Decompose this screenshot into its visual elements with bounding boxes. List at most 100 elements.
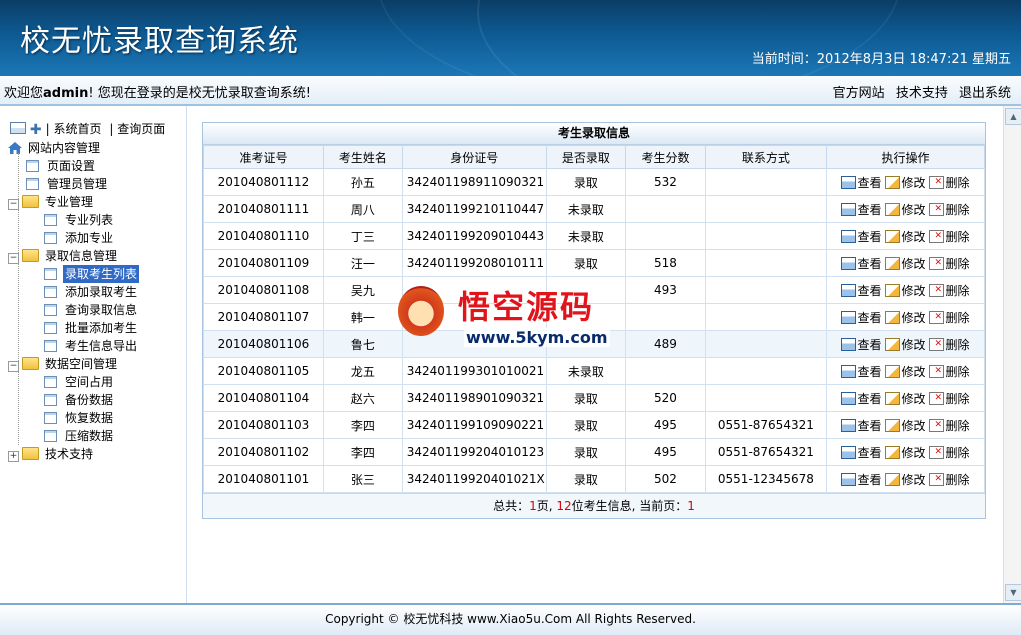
- welcome-username: admin: [43, 86, 89, 101]
- system-home-link[interactable]: | 系统首页: [46, 122, 102, 136]
- delete-button[interactable]: 删除: [929, 255, 969, 272]
- view-button[interactable]: 查看: [841, 255, 881, 272]
- edit-icon: [885, 337, 901, 351]
- current-time: 当前时间：2012年8月3日 18:47:21 星期五: [752, 48, 1011, 67]
- cell-name: 赵六: [322, 384, 403, 412]
- official-site-link[interactable]: 官方网站: [833, 86, 885, 101]
- main-scrollbar[interactable]: ▲ ▼: [1003, 106, 1021, 603]
- view-button[interactable]: 查看: [841, 309, 881, 326]
- view-button[interactable]: 查看: [841, 417, 881, 434]
- delete-icon: [929, 310, 945, 324]
- sidebar: ✚ | 系统首页 | 查询页面 网站内容管理 页面设置 管理员管理 − 专业管理 专业列表…: [0, 106, 187, 603]
- edit-button[interactable]: 修改: [885, 363, 925, 380]
- cell-contact: [704, 330, 827, 358]
- page-icon: [44, 232, 57, 244]
- delete-icon: [929, 229, 945, 243]
- cell-name: 李四: [322, 411, 403, 439]
- query-page-link[interactable]: | 查询页面: [109, 122, 165, 136]
- tree-folder[interactable]: − 数据空间管理: [8, 355, 139, 373]
- collapse-all-icon[interactable]: [10, 122, 26, 134]
- delete-button[interactable]: 删除: [929, 174, 969, 191]
- tree-folder[interactable]: + 技术支持: [8, 445, 139, 463]
- table-row: 201040801104 赵六 342401198901090321 录取 520 查看 修…: [203, 384, 986, 412]
- cell-actions: 查看 修改 删除: [825, 330, 986, 358]
- cell-name: 汪一: [322, 249, 403, 277]
- cell-score: [625, 303, 706, 331]
- tree-item[interactable]: 管理员管理: [8, 175, 139, 193]
- cell-score: 495: [625, 438, 706, 466]
- view-button[interactable]: 查看: [841, 336, 881, 353]
- edit-label: 修改: [901, 283, 926, 298]
- tree-item[interactable]: 添加录取考生: [8, 283, 139, 301]
- delete-button[interactable]: 删除: [929, 309, 969, 326]
- view-icon: [841, 337, 857, 351]
- tech-support-link[interactable]: 技术支持: [896, 86, 948, 101]
- delete-button[interactable]: 删除: [929, 471, 969, 488]
- view-button[interactable]: 查看: [841, 444, 881, 461]
- tree-item[interactable]: 恢复数据: [8, 409, 139, 427]
- view-button[interactable]: 查看: [841, 363, 881, 380]
- delete-label: 删除: [945, 364, 970, 379]
- edit-button[interactable]: 修改: [885, 390, 925, 407]
- view-label: 查看: [857, 337, 882, 352]
- view-button[interactable]: 查看: [841, 471, 881, 488]
- edit-label: 修改: [901, 175, 926, 190]
- cell-contact: [704, 195, 827, 223]
- summary-label: 页,: [536, 499, 557, 513]
- cell-exam-id: 201040801110: [203, 222, 324, 250]
- expand-icon[interactable]: +: [8, 451, 19, 462]
- tree-item[interactable]: 查询录取信息: [8, 301, 139, 319]
- logout-link[interactable]: 退出系统: [959, 86, 1011, 101]
- delete-button[interactable]: 删除: [929, 282, 969, 299]
- expand-all-icon[interactable]: ✚: [30, 123, 42, 137]
- tree-item[interactable]: 专业列表: [8, 211, 139, 229]
- cell-admitted: 录取: [545, 249, 627, 277]
- edit-button[interactable]: 修改: [885, 309, 925, 326]
- tree-root[interactable]: 网站内容管理: [8, 139, 139, 157]
- edit-button[interactable]: 修改: [885, 444, 925, 461]
- tree-folder[interactable]: − 录取信息管理: [8, 247, 139, 265]
- summary-current-page: 1: [687, 499, 695, 513]
- delete-button[interactable]: 删除: [929, 228, 969, 245]
- delete-button[interactable]: 删除: [929, 390, 969, 407]
- cell-score: 489: [625, 330, 706, 358]
- delete-button[interactable]: 删除: [929, 336, 969, 353]
- edit-label: 修改: [901, 418, 926, 433]
- monkey-logo-icon: [398, 286, 444, 336]
- tree-folder[interactable]: − 专业管理: [8, 193, 139, 211]
- delete-button[interactable]: 删除: [929, 417, 969, 434]
- tree-item[interactable]: 压缩数据: [8, 427, 139, 445]
- edit-button[interactable]: 修改: [885, 255, 925, 272]
- tree-item-selected[interactable]: 录取考生列表: [8, 265, 140, 283]
- welcome-suffix: ! 您现在登录的是校无忧录取查询系统!: [88, 86, 311, 101]
- edit-button[interactable]: 修改: [885, 228, 925, 245]
- view-button[interactable]: 查看: [841, 201, 881, 218]
- tree-item[interactable]: 添加专业: [8, 229, 139, 247]
- scroll-up-icon[interactable]: ▲: [1005, 108, 1021, 125]
- tree-item[interactable]: 空间占用: [8, 373, 139, 391]
- edit-button[interactable]: 修改: [885, 282, 925, 299]
- delete-button[interactable]: 删除: [929, 201, 969, 218]
- edit-button[interactable]: 修改: [885, 201, 925, 218]
- scroll-down-icon[interactable]: ▼: [1005, 584, 1021, 601]
- delete-label: 删除: [945, 175, 970, 190]
- edit-button[interactable]: 修改: [885, 336, 925, 353]
- tree-item[interactable]: 考生信息导出: [8, 337, 139, 355]
- edit-button[interactable]: 修改: [885, 471, 925, 488]
- view-button[interactable]: 查看: [841, 228, 881, 245]
- cell-name: 李四: [322, 438, 403, 466]
- edit-button[interactable]: 修改: [885, 174, 925, 191]
- edit-button[interactable]: 修改: [885, 417, 925, 434]
- view-button[interactable]: 查看: [841, 282, 881, 299]
- view-label: 查看: [857, 391, 882, 406]
- tree-item[interactable]: 页面设置: [8, 157, 139, 175]
- view-button[interactable]: 查看: [841, 390, 881, 407]
- page-icon: [44, 430, 57, 442]
- tree-item[interactable]: 备份数据: [8, 391, 139, 409]
- view-button[interactable]: 查看: [841, 174, 881, 191]
- cell-name: 周八: [322, 195, 403, 223]
- tree-item[interactable]: 批量添加考生: [8, 319, 139, 337]
- delete-button[interactable]: 删除: [929, 444, 969, 461]
- tree-item-label: 恢复数据: [65, 411, 114, 425]
- delete-button[interactable]: 删除: [929, 363, 969, 380]
